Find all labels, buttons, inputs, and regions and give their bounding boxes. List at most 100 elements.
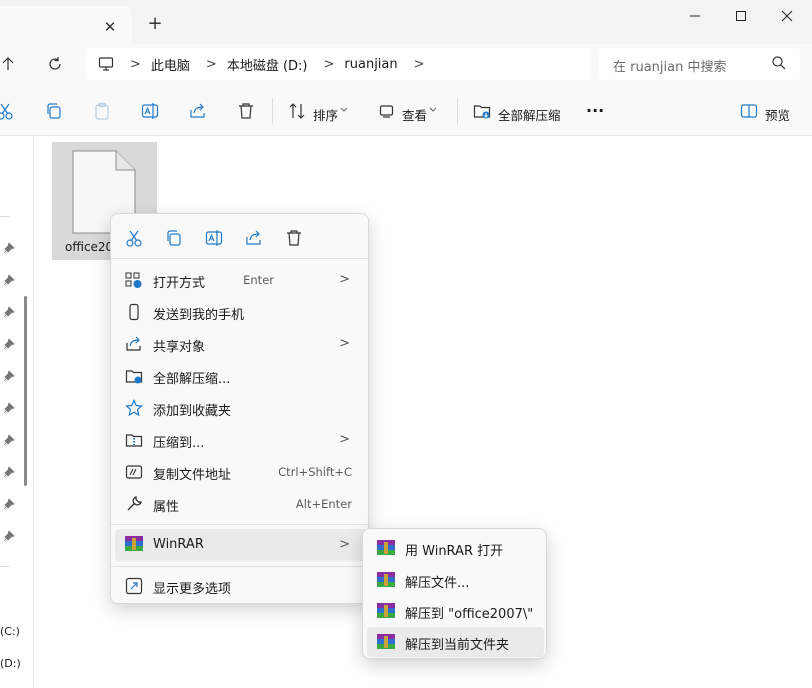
- menu-item-add-favorite[interactable]: 添加到收藏夹: [115, 392, 366, 424]
- minimize-button[interactable]: [672, 0, 718, 32]
- pin-icon[interactable]: [3, 402, 15, 414]
- pin-icon[interactable]: [3, 242, 15, 254]
- breadcrumb-ruanjian[interactable]: ruanjian: [344, 57, 397, 72]
- up-button[interactable]: [0, 50, 22, 78]
- context-rename-button[interactable]: [202, 226, 226, 250]
- submenu-item-extract-files[interactable]: 解压文件...: [367, 565, 544, 595]
- preview-button[interactable]: 预览: [765, 105, 790, 124]
- submenu-item-extract-to-folder[interactable]: 解压到 "office2007\": [367, 596, 544, 626]
- view-button[interactable]: 查看: [402, 105, 427, 124]
- menu-item-shortcut: Enter: [243, 273, 274, 287]
- submenu-item-label: 解压到当前文件夹: [405, 638, 510, 653]
- arrow-up-icon: [2, 57, 14, 70]
- winrar-icon: [377, 634, 395, 650]
- breadcrumb-separator[interactable]: >: [324, 57, 335, 72]
- context-copy-button[interactable]: [162, 226, 186, 250]
- delete-icon[interactable]: [237, 102, 255, 120]
- context-share-button[interactable]: [242, 226, 266, 250]
- pin-icon[interactable]: [3, 338, 15, 350]
- pin-icon[interactable]: [3, 370, 15, 382]
- close-window-button[interactable]: [764, 0, 810, 32]
- context-cut-button[interactable]: [122, 226, 146, 250]
- rename-icon[interactable]: [141, 102, 159, 120]
- menu-item-open-with[interactable]: 打开方式 Enter >: [115, 264, 366, 296]
- menu-item-winrar[interactable]: WinRAR >: [115, 529, 366, 561]
- sort-icon[interactable]: [288, 102, 306, 120]
- zip-folder-icon: [125, 434, 143, 447]
- address-bar[interactable]: > 此电脑 > 本地磁盘 (D:) > ruanjian >: [86, 48, 590, 80]
- pin-icon[interactable]: [3, 466, 15, 478]
- context-delete-button[interactable]: [282, 226, 306, 250]
- menu-item-properties[interactable]: 属性 Alt+Enter: [115, 488, 366, 520]
- menu-item-send-to-phone[interactable]: 发送到我的手机: [115, 296, 366, 328]
- nav-divider: [0, 566, 10, 567]
- menu-item-extract-all[interactable]: 全部解压缩...: [115, 360, 366, 392]
- menu-divider: [111, 566, 368, 567]
- winrar-icon: [377, 603, 395, 619]
- menu-item-label: 全部解压缩...: [153, 372, 231, 387]
- more-options-icon: [125, 577, 143, 595]
- refresh-button[interactable]: [41, 50, 69, 78]
- title-bar: ✕ +: [0, 0, 812, 44]
- sort-button[interactable]: 排序: [313, 105, 338, 124]
- breadcrumb-drive-d[interactable]: 本地磁盘 (D:): [227, 55, 308, 74]
- nav-divider: [0, 216, 10, 217]
- submenu-item-label: 用 WinRAR 打开: [405, 544, 504, 559]
- phone-icon: [129, 303, 139, 321]
- extract-folder-icon[interactable]: [473, 102, 491, 120]
- search-input[interactable]: 在 ruanjian 中搜索: [599, 48, 800, 80]
- menu-divider: [111, 258, 368, 259]
- extract-all-button[interactable]: 全部解压缩: [498, 105, 561, 124]
- menu-item-show-more-options[interactable]: 显示更多选项: [115, 570, 366, 602]
- pin-icon[interactable]: [3, 498, 15, 510]
- pin-icon[interactable]: [3, 530, 15, 542]
- menu-item-copy-path[interactable]: 复制文件地址 Ctrl+Shift+C: [115, 456, 366, 488]
- submenu-item-label: 解压文件...: [405, 576, 470, 591]
- share-icon[interactable]: [189, 102, 207, 120]
- paste-icon[interactable]: [93, 102, 111, 120]
- copy-icon[interactable]: [45, 102, 63, 120]
- copy-path-icon: [125, 465, 143, 479]
- pin-icon[interactable]: [3, 306, 15, 318]
- breadcrumb-separator[interactable]: >: [130, 57, 141, 72]
- toolbar-divider: [272, 98, 273, 124]
- pin-icon[interactable]: [3, 274, 15, 286]
- chevron-right-icon: >: [339, 432, 350, 447]
- winrar-icon: [377, 540, 395, 556]
- submenu-item-extract-here[interactable]: 解压到当前文件夹: [367, 627, 544, 657]
- menu-item-share-with[interactable]: 共享对象 >: [115, 328, 366, 360]
- breadcrumb-this-pc[interactable]: 此电脑: [151, 55, 190, 74]
- tab-close-icon[interactable]: ✕: [100, 17, 120, 37]
- chevron-right-icon: >: [339, 537, 350, 552]
- navigation-pane: (C:) (D:): [0, 136, 34, 688]
- toolbar-divider: [457, 98, 458, 124]
- menu-item-compress-to[interactable]: 压缩到... >: [115, 424, 366, 456]
- menu-item-label: 压缩到...: [153, 436, 205, 451]
- explorer-tab[interactable]: ✕: [0, 6, 132, 44]
- chevron-right-icon: >: [339, 336, 350, 351]
- cut-icon[interactable]: [0, 102, 14, 120]
- new-tab-button[interactable]: +: [144, 13, 166, 35]
- star-icon: [125, 399, 143, 417]
- menu-item-label: 属性: [153, 500, 180, 515]
- submenu-item-label: 解压到 "office2007\": [405, 607, 534, 622]
- view-icon[interactable]: [378, 102, 396, 120]
- maximize-button[interactable]: [718, 0, 764, 32]
- menu-item-label: 打开方式: [153, 276, 206, 291]
- menu-divider: [111, 524, 368, 525]
- nav-drive-c[interactable]: (C:): [0, 625, 20, 638]
- winrar-icon: [125, 536, 143, 554]
- menu-item-shortcut: Alt+Enter: [295, 497, 352, 511]
- open-with-icon: [125, 272, 142, 288]
- nav-scrollbar[interactable]: [24, 296, 27, 486]
- preview-pane-icon[interactable]: [740, 102, 758, 120]
- breadcrumb-separator[interactable]: >: [206, 57, 217, 72]
- breadcrumb-separator[interactable]: >: [414, 57, 425, 72]
- context-menu: 打开方式 Enter > 发送到我的手机 共享对象 > 全部解压缩... 添加到…: [110, 213, 369, 604]
- pin-icon[interactable]: [3, 434, 15, 446]
- submenu-item-open-with-winrar[interactable]: 用 WinRAR 打开: [367, 533, 544, 563]
- close-icon: [781, 10, 793, 22]
- nav-drive-d[interactable]: (D:): [0, 657, 21, 670]
- more-options-button[interactable]: ···: [586, 101, 604, 120]
- copy-icon: [167, 230, 181, 246]
